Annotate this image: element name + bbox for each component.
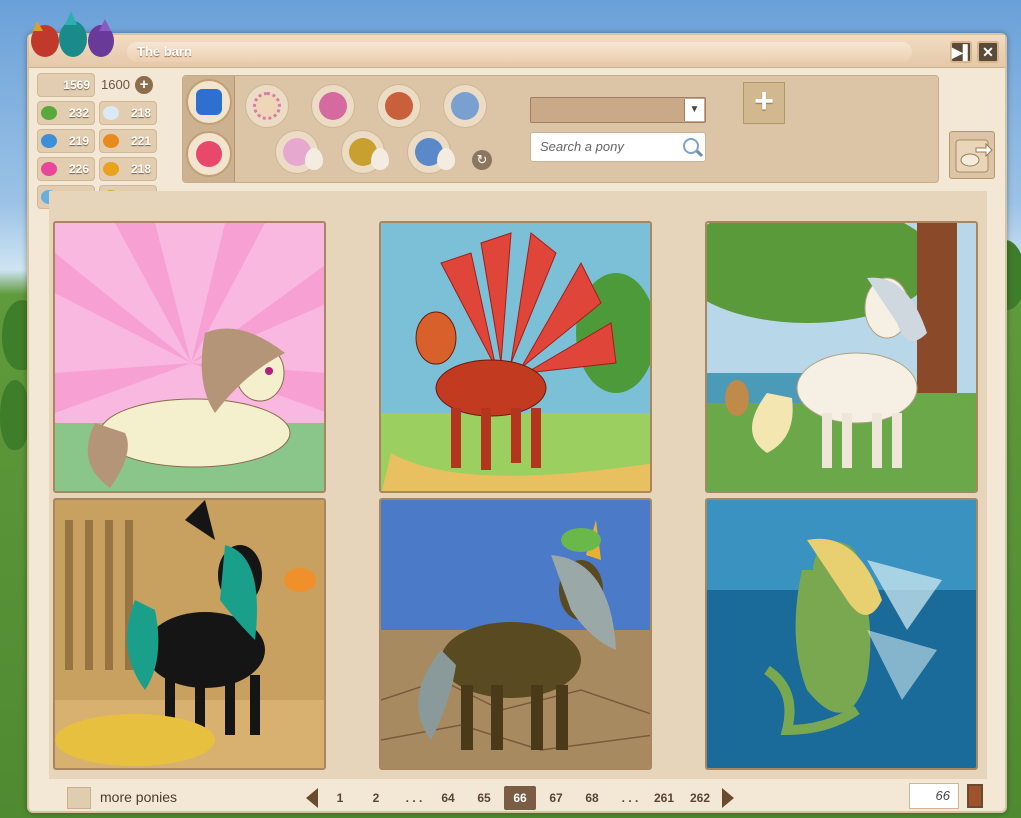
stat-value: 219 — [68, 134, 89, 148]
pony-portrait — [381, 500, 650, 768]
tree-decoration — [0, 380, 30, 450]
search-placeholder: Search a pony — [540, 139, 624, 154]
category-select[interactable]: ▼ — [530, 97, 706, 123]
colors-icon — [253, 92, 281, 120]
view-switcher — [183, 76, 235, 182]
folder-star-icon — [196, 89, 222, 115]
folder-view-button[interactable] — [186, 79, 232, 125]
add-energy-button[interactable]: + — [135, 76, 153, 94]
heart-icon — [41, 162, 57, 176]
apple-icon — [41, 106, 57, 120]
star-icon — [196, 141, 222, 167]
title-bar: The barn ▶▌ ✕ — [29, 35, 1005, 68]
stat-footprint: 219 — [37, 129, 95, 153]
refresh-filters-button[interactable]: ↻ — [472, 150, 492, 170]
more-ponies-label: more ponies — [100, 789, 178, 805]
pony-portrait — [707, 500, 976, 768]
page-link[interactable]: 262 — [684, 786, 716, 810]
pony-card[interactable] — [379, 221, 652, 493]
search-icon[interactable] — [683, 138, 699, 154]
pony-card[interactable] — [53, 498, 326, 770]
pony-card[interactable] — [53, 221, 326, 493]
filter-love-button[interactable] — [377, 84, 421, 128]
pony-portrait — [55, 223, 324, 491]
pony-card[interactable] — [705, 221, 978, 493]
pony-couple-icon — [451, 92, 479, 120]
stat-paw: 218 — [99, 157, 157, 181]
pony-arrow-icon — [955, 139, 993, 173]
add-button[interactable]: + — [743, 82, 785, 124]
close-button[interactable]: ✕ — [977, 41, 999, 63]
chevron-down-icon[interactable]: ▼ — [684, 99, 704, 121]
stat-value: 232 — [68, 106, 89, 120]
drop-icon — [437, 148, 455, 170]
stat-value: 218 — [130, 106, 151, 120]
stat-value: 226 — [68, 162, 89, 176]
pony-grid — [49, 191, 987, 779]
stat-heart: 226 — [37, 157, 95, 181]
page-number-input[interactable]: 66 — [909, 783, 959, 809]
gender-icon — [319, 92, 347, 120]
drop-icon — [305, 148, 323, 170]
page-link[interactable]: 64 — [432, 786, 464, 810]
cloud-icon — [103, 106, 119, 120]
stat-value: 218 — [130, 162, 151, 176]
go-to-page-button[interactable] — [967, 784, 983, 808]
next-page-arrow-icon[interactable] — [722, 788, 734, 808]
page-link-current[interactable]: 66 — [504, 786, 536, 810]
search-input[interactable]: Search a pony — [530, 132, 706, 162]
page-link[interactable]: 261 — [648, 786, 680, 810]
stat-value: 221 — [130, 134, 151, 148]
filter-toolbar: ↻ ▼ Search a pony + — [182, 75, 939, 183]
page-link[interactable]: 65 — [468, 786, 500, 810]
minimize-button[interactable]: ▶▌ — [950, 41, 973, 63]
page-link[interactable]: 68 — [576, 786, 608, 810]
window-title: The barn — [127, 42, 912, 62]
fire-icon — [103, 134, 119, 148]
filter-breeding-button[interactable] — [443, 84, 487, 128]
favorites-view-button[interactable] — [186, 131, 232, 177]
energy-current: 1569 — [37, 73, 95, 97]
page-ellipsis: . . . — [621, 791, 639, 805]
pony-card[interactable] — [705, 498, 978, 770]
previous-page-arrow-icon[interactable] — [306, 788, 318, 808]
more-ponies-checkbox[interactable] — [67, 787, 91, 809]
stat-apple: 232 — [37, 101, 95, 125]
page-link[interactable]: 67 — [540, 786, 572, 810]
drop-icon — [371, 148, 389, 170]
stat-cloud: 218 — [99, 101, 157, 125]
ponies-logo — [31, 11, 114, 57]
page-ellipsis: . . . — [405, 791, 423, 805]
stat-fire: 221 — [99, 129, 157, 153]
pony-portrait — [55, 500, 324, 768]
love-icon — [385, 92, 413, 120]
paw-icon — [103, 162, 119, 176]
filter-gender-button[interactable] — [311, 84, 355, 128]
page-link[interactable]: 1 — [324, 786, 356, 810]
filter-colors-button[interactable] — [245, 84, 289, 128]
pony-card[interactable] — [379, 498, 652, 770]
pony-portrait — [707, 223, 976, 491]
barn-window: The barn ▶▌ ✕ 1569 1600 + 232 218 219 22… — [27, 11, 1007, 813]
footprint-icon — [41, 134, 57, 148]
page-link[interactable]: 2 — [360, 786, 392, 810]
pony-portrait — [381, 223, 650, 491]
move-pony-folder-button[interactable] — [949, 131, 995, 179]
